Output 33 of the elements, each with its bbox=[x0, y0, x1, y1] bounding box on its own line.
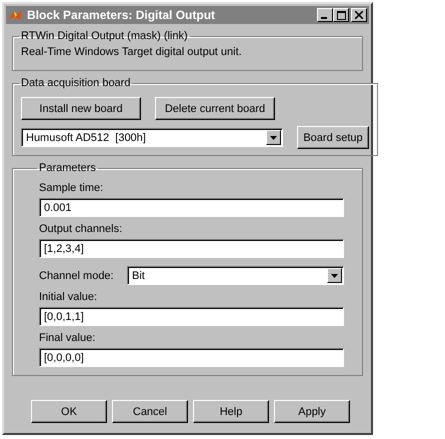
group-title: Parameters bbox=[38, 162, 97, 174]
app-icon bbox=[8, 7, 24, 23]
board-setup-button[interactable]: Board setup bbox=[297, 126, 369, 149]
board-button[interactable]: Install new board bbox=[21, 97, 141, 120]
group-title: RTWin Digital Output (mask) (link) bbox=[20, 30, 189, 42]
input-field[interactable]: [1,2,3,4] bbox=[39, 239, 344, 258]
input-field[interactable]: [0,0,1,1] bbox=[39, 307, 344, 326]
maximize-button[interactable] bbox=[333, 8, 349, 22]
maximize-icon bbox=[336, 10, 346, 20]
dropdown-arrow-button[interactable] bbox=[266, 130, 281, 145]
close-icon bbox=[355, 11, 363, 19]
dropdown-arrow-button[interactable] bbox=[327, 268, 342, 283]
close-button[interactable] bbox=[351, 8, 367, 22]
board-dropdown[interactable]: Humusoft AD512 [300h] bbox=[21, 128, 283, 147]
board-button[interactable]: Delete current board bbox=[155, 97, 275, 120]
input-field[interactable]: 0.001 bbox=[39, 198, 344, 217]
dialog-button[interactable]: OK bbox=[31, 400, 107, 423]
minimize-button[interactable] bbox=[317, 8, 333, 22]
description-text: Real-Time Windows Target digital output unit. bbox=[21, 45, 243, 60]
field-label: Channel mode: bbox=[39, 270, 115, 282]
caret-icon bbox=[331, 274, 338, 278]
input-field[interactable]: [0,0,0,0] bbox=[39, 348, 344, 367]
field-label: Output channels: bbox=[39, 223, 124, 235]
dialog-button[interactable]: Apply bbox=[274, 400, 350, 423]
group-title: Data acquisition board bbox=[20, 77, 132, 89]
mode-dropdown[interactable]: Bit bbox=[127, 266, 344, 285]
field-label: Initial value: bbox=[39, 291, 98, 303]
window-title: Block Parameters: Digital Output bbox=[27, 8, 216, 22]
caret-icon bbox=[270, 136, 277, 140]
field-label: Sample time: bbox=[39, 182, 104, 194]
dialog-button[interactable]: Help bbox=[193, 400, 269, 423]
dialog-button[interactable]: Cancel bbox=[112, 400, 188, 423]
field-label: Final value: bbox=[39, 332, 96, 344]
